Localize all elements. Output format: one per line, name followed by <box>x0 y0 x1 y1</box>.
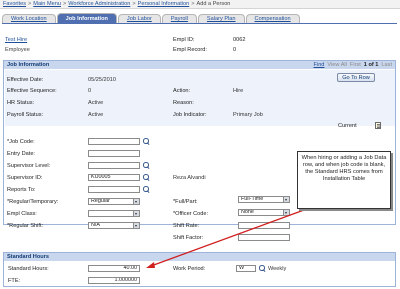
work-period-lookup-icon[interactable] <box>259 265 265 271</box>
go-to-row-button[interactable]: Go To Row <box>337 73 375 82</box>
find-link[interactable]: Find <box>314 62 325 68</box>
job-indicator-label: Job Indicator: <box>173 112 207 118</box>
breadcrumb-add-person: Add a Person <box>196 1 231 7</box>
tab-compensation[interactable]: Compensation <box>245 14 300 23</box>
entry-date-label: Entry Date: <box>7 151 35 157</box>
supervisor-level-input[interactable] <box>88 162 140 169</box>
fte-input[interactable]: 1.000000 <box>88 277 140 284</box>
employee-name: Test Hire <box>5 37 28 43</box>
row-navigation: Find View All First 1 of 1 Last <box>311 61 392 69</box>
job-code-input[interactable] <box>88 138 140 145</box>
job-information-header: Job Information Find View All First 1 of… <box>4 61 395 69</box>
tab-underline <box>2 23 397 24</box>
supervisor-id-lookup-icon[interactable] <box>143 174 149 180</box>
empl-class-select[interactable] <box>88 210 140 217</box>
regular-shift-value: N/A <box>91 222 100 228</box>
supervisor-id-input[interactable]: KU0005 <box>88 174 140 181</box>
view-all-link[interactable]: View All <box>327 62 347 68</box>
action-value: Hire <box>233 88 244 94</box>
breadcrumb-separator: > <box>62 1 67 7</box>
row-counter: 1 of 1 <box>363 62 379 68</box>
reports-to-lookup-icon[interactable] <box>143 186 149 192</box>
effective-sequence-value: 0 <box>88 88 92 94</box>
tab-salary-plan[interactable]: Salary Plan <box>197 14 245 23</box>
standard-hours-input[interactable]: 40.00 <box>88 265 140 272</box>
tab-job-labor[interactable]: Job Labor <box>117 14 161 23</box>
work-period-description: Weekly <box>268 266 287 272</box>
effective-date-value: 05/25/2010 <box>88 77 116 83</box>
payroll-status-label: Payroll Status: <box>7 112 44 118</box>
payroll-status-value: Active <box>88 112 104 118</box>
regular-temporary-label: *Regular/Temporary: <box>7 199 59 205</box>
first-link[interactable]: First <box>350 62 361 68</box>
work-period-input[interactable]: W <box>236 265 256 272</box>
empl-id-value: 0062 <box>233 37 246 43</box>
chevron-down-icon <box>133 211 139 216</box>
empl-id-label: Empl ID: <box>173 37 195 43</box>
standard-hours-title: Standard Hours <box>7 254 49 260</box>
tab-payroll[interactable]: Payroll <box>161 14 197 23</box>
shift-rate-label: Shift Rate: <box>173 223 200 229</box>
chevron-down-icon <box>283 197 289 202</box>
regular-shift-label: *Regular Shift: <box>7 223 44 229</box>
chevron-down-icon <box>133 199 139 204</box>
chevron-down-icon <box>133 223 139 228</box>
entry-date-input[interactable] <box>88 150 140 157</box>
officer-code-value: None <box>241 209 254 215</box>
empl-record-label: Empl Record: <box>173 47 207 53</box>
tab-job-information[interactable]: Job Information <box>56 13 117 23</box>
breadcrumb-separator: > <box>28 1 32 7</box>
breadcrumb: Favorites > Main Menu > Workforce Admini… <box>0 0 400 9</box>
supervisor-name: Reza Alvandi <box>173 175 206 181</box>
tab-work-location[interactable]: Work Location <box>2 14 56 23</box>
regular-temporary-select[interactable]: Regular <box>88 198 140 205</box>
hr-status-value: Active <box>88 100 104 106</box>
officer-code-label: *Officer Code: <box>173 211 209 217</box>
shift-rate-input[interactable] <box>238 222 290 229</box>
standard-hours-label: Standard Hours: <box>8 266 49 272</box>
effective-sequence-label: Effective Sequence: <box>7 88 57 94</box>
current-label: Current <box>338 123 357 129</box>
breadcrumb-favorites[interactable]: Favorites <box>3 1 26 7</box>
full-part-select[interactable]: Full-Time <box>238 196 290 203</box>
breadcrumb-personal-info[interactable]: Personal Information <box>138 1 190 7</box>
standard-hours-header: Standard Hours <box>4 253 395 261</box>
last-link[interactable]: Last <box>381 62 392 68</box>
job-indicator-value: Primary Job <box>233 112 263 118</box>
effective-date-label: Effective Date: <box>7 77 44 83</box>
reason-label: Reason: <box>173 100 194 106</box>
regular-shift-select[interactable]: N/A <box>88 222 140 229</box>
action-label: Action: <box>173 88 191 94</box>
breadcrumb-separator: > <box>132 1 136 7</box>
officer-code-select[interactable]: None <box>238 209 290 216</box>
supervisor-level-lookup-icon[interactable] <box>143 162 149 168</box>
notepad-icon[interactable] <box>375 122 381 129</box>
job-code-label: *Job Code: <box>7 139 35 145</box>
supervisor-id-label: Supervisor ID: <box>7 175 43 181</box>
job-code-lookup-icon[interactable] <box>143 138 149 144</box>
full-part-label: *Full/Part: <box>173 199 198 205</box>
tab-strip: Work Location Job Information Job Labor … <box>2 13 301 23</box>
empl-record-value: 0 <box>233 47 237 53</box>
breadcrumb-separator: > <box>191 1 195 7</box>
chevron-down-icon <box>283 210 289 215</box>
shift-factor-label: Shift Factor: <box>173 235 204 241</box>
shift-factor-input[interactable] <box>238 234 290 241</box>
hr-status-label: HR Status: <box>7 100 35 106</box>
full-part-value: Full-Time <box>241 196 264 202</box>
regular-temporary-value: Regular <box>91 198 110 204</box>
job-information-title: Job Information <box>7 62 50 68</box>
fte-label: FTE: <box>8 278 21 284</box>
reports-to-label: Reports To: <box>7 187 36 193</box>
supervisor-level-label: Supervisor Level: <box>7 163 51 169</box>
empl-class-label: Empl Class: <box>7 211 37 217</box>
breadcrumb-main-menu[interactable]: Main Menu <box>33 1 61 7</box>
breadcrumb-workforce-admin[interactable]: Workforce Administration <box>68 1 130 7</box>
work-period-label: Work Period: <box>173 266 206 272</box>
reports-to-input[interactable] <box>88 186 140 193</box>
annotation-callout: When hiring or adding a Job Data row, an… <box>297 151 391 209</box>
employee-role: Employee <box>5 47 30 53</box>
